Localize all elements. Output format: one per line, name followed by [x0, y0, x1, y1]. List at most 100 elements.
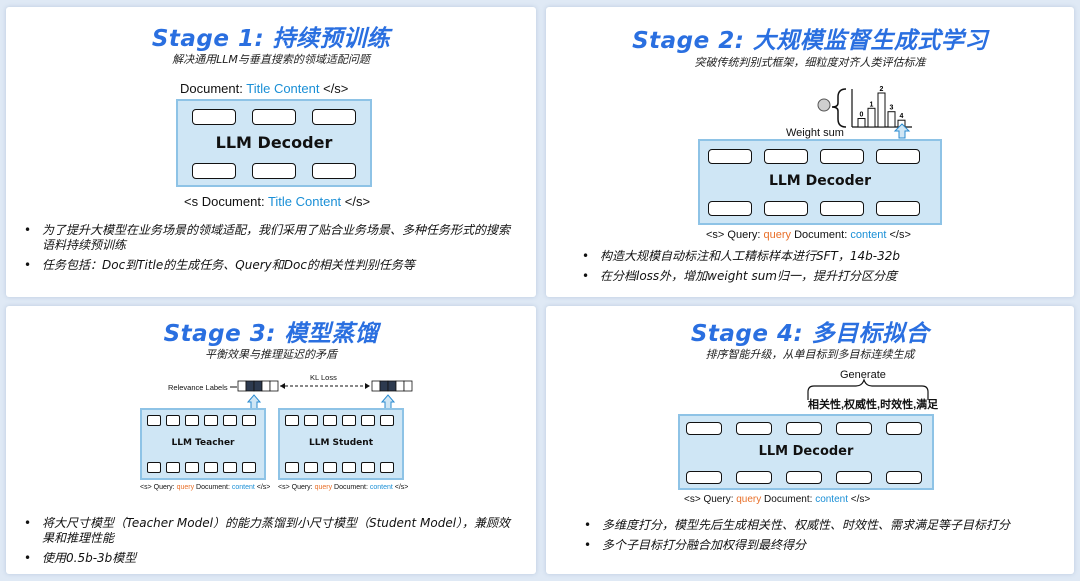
stage4-subtitle: 排序智能升级，从单目标到多目标连续生成 [705, 348, 915, 361]
decoder-label: LLM Decoder [215, 133, 333, 152]
token-box [736, 471, 772, 484]
token-box [836, 471, 872, 484]
token-box [342, 462, 356, 473]
score-bar-label: 3 [890, 105, 894, 112]
token-box [147, 462, 161, 473]
teacher-output-tokens [237, 380, 279, 392]
token-box [312, 163, 356, 179]
stage1-title: Stage 1: 持续预训练 [151, 26, 391, 52]
token-box [185, 462, 199, 473]
generate-label: Generate [840, 369, 886, 381]
token-box [361, 415, 375, 426]
stage3-title: Stage 3: 模型蒸馏 [163, 321, 379, 347]
token-box [708, 149, 752, 164]
token-box [204, 415, 218, 426]
stage2-bullets: 构造大规模自动标注和人工精标样本进行SFT，14b-32b 在分档loss外，增… [578, 249, 1058, 289]
bullet-item: 为了提升大模型在业务场景的领域适配，我们采用了贴合业务场景、多种任务形式的搜索语… [20, 223, 520, 253]
student-up-arrow [380, 394, 396, 410]
token-box [252, 163, 296, 179]
teacher-up-arrow [246, 394, 262, 410]
student-label: LLM Student [308, 438, 373, 448]
stage2-subtitle: 突破传统判别式框架，细粒度对齐人类评估标准 [694, 56, 926, 69]
stage3-llm-student: LLM Student [278, 408, 404, 480]
score-node [817, 98, 831, 112]
student-caption: <s> Query: query Document: content </s> [278, 484, 409, 491]
score-bar-label: 2 [880, 86, 884, 93]
token-box [204, 462, 218, 473]
stage2-caption: <s> Query: query Document: content </s> [706, 229, 911, 241]
token-box [820, 201, 864, 216]
brace [831, 88, 847, 128]
score-bar-label: 1 [870, 101, 874, 108]
teacher-label: LLM Teacher [171, 438, 235, 448]
stage3-bullets: 将大尺寸模型（Teacher Model）的能力蒸馏到小尺寸模型（Student… [20, 516, 520, 571]
up-arrow [893, 123, 911, 139]
stage1-subtitle: 解决通用LLM与垂直搜索的领域适配问题 [172, 53, 370, 66]
bullet-item: 多个子目标打分融合加权得到最终得分 [580, 538, 1060, 553]
token-box [285, 462, 299, 473]
target-list: 相关性,权威性,时效性,满足 [808, 399, 939, 411]
stage1-bullets: 为了提升大模型在业务场景的领域适配，我们采用了贴合业务场景、多种任务形式的搜索语… [20, 223, 520, 278]
stage3-subtitle: 平衡效果与推理延迟的矛盾 [205, 348, 337, 361]
token-box [876, 201, 920, 216]
token-box [323, 415, 337, 426]
decoder-label: LLM Decoder [758, 444, 854, 459]
stage3-distill-diagram: Relevance Labels KL Loss [168, 373, 413, 410]
token-box [836, 422, 872, 435]
arrowhead-right [365, 383, 370, 389]
bullet-item: 将大尺寸模型（Teacher Model）的能力蒸馏到小尺寸模型（Student… [20, 516, 520, 546]
token-box [323, 462, 337, 473]
stage2-panel: Stage 2: 大规模监督生成式学习 突破传统判别式框架，细粒度对齐人类评估标… [546, 7, 1074, 297]
token-box [192, 163, 236, 179]
bullet-item: 构造大规模自动标注和人工精标样本进行SFT，14b-32b [578, 249, 1058, 264]
stage1-bottom-caption: <s Document: Title Content </s> [184, 194, 371, 209]
stage1-top-caption: Document: Title Content </s> [180, 81, 349, 96]
stage1-llm-decoder: LLM Decoder [176, 99, 372, 187]
weight-sum-label: Weight sum [786, 127, 844, 139]
token-box [686, 471, 722, 484]
token-box [242, 415, 256, 426]
score-bar-label: 0 [860, 112, 864, 119]
score-bar-label: 4 [900, 113, 904, 120]
token-box [820, 149, 864, 164]
decoder-label: LLM Decoder [768, 173, 872, 189]
token-box [686, 422, 722, 435]
stage2-weight-sum-diagram: 01 2 34 Weight sum [786, 86, 912, 139]
token-box [708, 201, 752, 216]
token-box [185, 415, 199, 426]
token-box [380, 462, 394, 473]
bullet-item: 任务包括：Doc到Title的生成任务、Query和Doc的相关性判别任务等 [20, 258, 520, 273]
token-box [380, 415, 394, 426]
score-bar [877, 92, 886, 128]
token-box [736, 422, 772, 435]
score-bar [887, 111, 896, 128]
token-box [764, 149, 808, 164]
token-box [786, 422, 822, 435]
token-box [764, 201, 808, 216]
student-output-tokens [371, 380, 413, 392]
stage3-panel: Stage 3: 模型蒸馏 平衡效果与推理延迟的矛盾 Relevance Lab… [6, 306, 536, 574]
bullet-item: 多维度打分，模型先后生成相关性、权威性、时效性、需求满足等子目标打分 [580, 518, 1060, 533]
stage3-llm-teacher: LLM Teacher [140, 408, 266, 480]
stage4-panel: Stage 4: 多目标拟合 排序智能升级，从单目标到多目标连续生成 Gener… [546, 306, 1074, 574]
stage1-panel: Stage 1: 持续预训练 解决通用LLM与垂直搜索的领域适配问题 Docum… [6, 7, 536, 297]
token-box [223, 415, 237, 426]
bullet-item: 在分档loss外，增加weight sum归一，提升打分区分度 [578, 269, 1058, 284]
token-box [242, 462, 256, 473]
token-box [312, 109, 356, 125]
stage4-llm-decoder: LLM Decoder [678, 414, 934, 490]
stage2-title: Stage 2: 大规模监督生成式学习 [632, 28, 988, 54]
score-bars: 01 2 34 [857, 86, 906, 128]
kl-loss-label: KL Loss [310, 373, 337, 382]
stage4-caption: <s> Query: query Document: content </s> [684, 494, 871, 505]
bullet-item: 使用0.5b-3b模型 [20, 551, 520, 566]
token-box [304, 415, 318, 426]
score-bar [857, 118, 866, 128]
token-box [886, 471, 922, 484]
token-box [285, 415, 299, 426]
token-box [886, 422, 922, 435]
score-bar [867, 107, 876, 128]
stage2-llm-decoder: LLM Decoder [698, 139, 942, 225]
token-box [223, 462, 237, 473]
token-box [166, 415, 180, 426]
